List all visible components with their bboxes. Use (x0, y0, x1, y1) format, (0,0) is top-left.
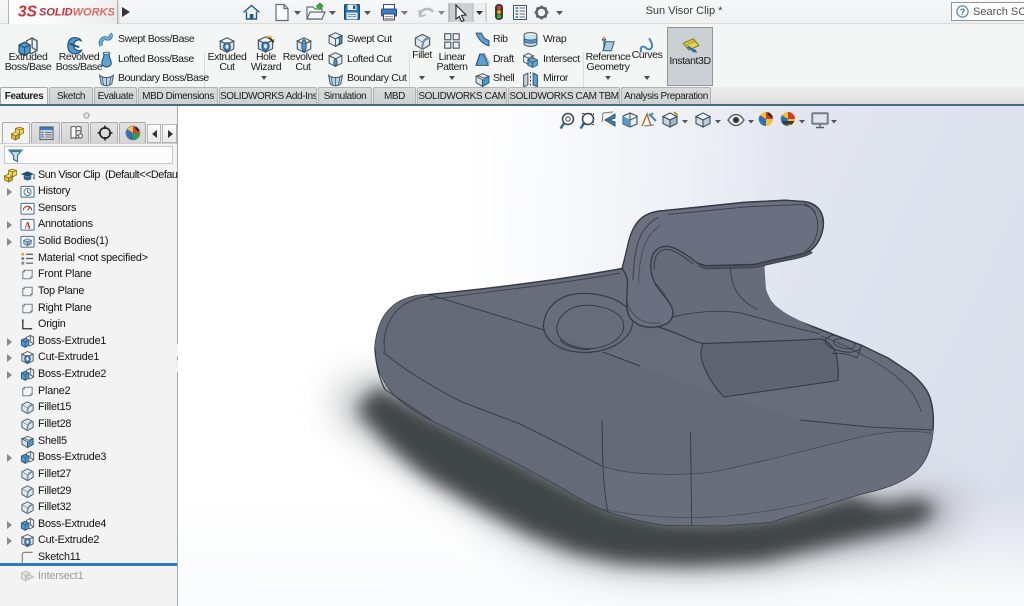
svg-text:A: A (24, 221, 31, 231)
svg-text:3S: 3S (18, 4, 38, 21)
svg-text:SOLIDWORKS: SOLIDWORKS (39, 7, 115, 19)
svg-text:?: ? (960, 7, 966, 17)
